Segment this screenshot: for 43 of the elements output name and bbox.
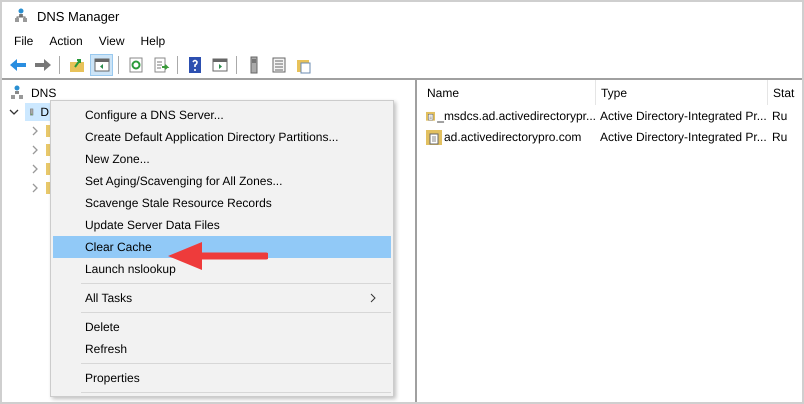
- table-cell: _msdcs.ad.activedirectorypr...: [422, 108, 596, 124]
- back-icon: [8, 56, 26, 74]
- menu-item[interactable]: Configure a DNS Server...: [53, 104, 391, 126]
- menu-item[interactable]: Update Server Data Files: [53, 214, 391, 236]
- list-icon: [270, 56, 288, 74]
- menu-item[interactable]: Clear Cache: [53, 236, 391, 258]
- menu-item[interactable]: Delete: [53, 316, 391, 338]
- menu-item[interactable]: Action: [41, 32, 91, 50]
- chevron-down-icon[interactable]: [9, 106, 19, 116]
- menu-item[interactable]: All Tasks: [53, 287, 391, 309]
- menu-item[interactable]: New Zone...: [53, 148, 391, 170]
- refresh-icon: [126, 56, 144, 74]
- column-header[interactable]: Type: [596, 80, 768, 105]
- chevron-right-icon[interactable]: [30, 126, 40, 136]
- chevron-right-icon[interactable]: [30, 144, 40, 154]
- chevron-right-icon[interactable]: [30, 164, 40, 174]
- menu-item[interactable]: Set Aging/Scavenging for All Zones...: [53, 170, 391, 192]
- menu-item[interactable]: Refresh: [53, 338, 391, 360]
- pane-icon: [92, 56, 110, 74]
- table-cell-text: Ru: [771, 130, 788, 144]
- network-icon: [9, 84, 25, 100]
- column-header[interactable]: Name: [422, 80, 596, 105]
- window-title: DNS Manager: [37, 8, 120, 24]
- menu-item[interactable]: Scavenge Stale Resource Records: [53, 192, 391, 214]
- upfolder-icon: [68, 56, 86, 74]
- menu-item[interactable]: View: [90, 32, 132, 50]
- chevron-right-icon[interactable]: [30, 182, 40, 192]
- export-icon: [152, 56, 170, 74]
- forward-icon: [34, 56, 52, 74]
- menu-item[interactable]: Launch nslookup: [53, 258, 391, 280]
- zone-file-icon: [426, 128, 442, 144]
- network-icon: [13, 8, 29, 24]
- table-cell: ad.activedirectorypro.com: [422, 128, 596, 144]
- tree-item[interactable]: DNS: [31, 86, 56, 100]
- menu-item[interactable]: File: [6, 32, 42, 50]
- menu-item[interactable]: Create Default Application Directory Partitions...: [53, 126, 391, 148]
- menu-item[interactable]: Help: [132, 32, 174, 50]
- table-cell-text: Active Directory-Integrated Pr...: [599, 130, 768, 144]
- column-header[interactable]: Stat: [768, 80, 802, 105]
- table-cell-text: Active Directory-Integrated Pr...: [599, 108, 768, 122]
- menu-item[interactable]: Properties: [53, 367, 391, 389]
- table-cell-text: Ru: [771, 108, 788, 122]
- panel-toggle-button[interactable]: [90, 54, 113, 76]
